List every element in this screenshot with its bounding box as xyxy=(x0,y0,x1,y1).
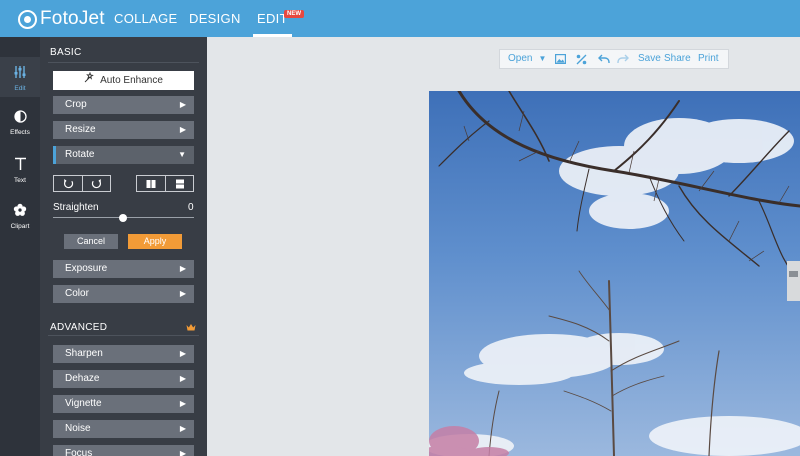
flip-horizontal-icon xyxy=(146,179,156,188)
row-label: Resize xyxy=(65,124,96,135)
caret-down-icon: ▼ xyxy=(538,54,547,63)
flip-buttons xyxy=(136,175,194,192)
focus-row[interactable]: Focus ▶ xyxy=(53,445,194,456)
rotate-row[interactable]: Rotate ▼ xyxy=(53,146,194,164)
redo-icon xyxy=(617,54,629,63)
caret-right-icon: ▶ xyxy=(179,264,186,273)
rail-item-edit[interactable]: Edit xyxy=(0,57,40,97)
rail-label: Clipart xyxy=(10,223,30,230)
undo-button[interactable] xyxy=(598,50,610,68)
photo-canvas[interactable] xyxy=(429,91,800,456)
logo-text: FotoJet xyxy=(40,8,105,29)
open-label: Open xyxy=(508,53,533,64)
exposure-row[interactable]: Exposure ▶ xyxy=(53,260,194,278)
cancel-button[interactable]: Cancel xyxy=(64,234,118,249)
caret-right-icon: ▶ xyxy=(179,349,186,358)
image-button[interactable] xyxy=(555,50,566,68)
noise-row[interactable]: Noise ▶ xyxy=(53,420,194,438)
tool-rail: Edit Effects Text Clipart xyxy=(0,37,40,456)
row-label: Color xyxy=(65,288,89,299)
caret-down-icon: ▼ xyxy=(178,150,186,159)
row-label: Vignette xyxy=(65,398,102,409)
advanced-title: ADVANCED xyxy=(50,322,108,333)
row-label: Sharpen xyxy=(65,348,103,359)
row-label: Exposure xyxy=(65,263,108,274)
row-label: Focus xyxy=(65,448,93,456)
percent-icon xyxy=(576,54,587,64)
rail-item-effects[interactable]: Effects xyxy=(0,110,40,140)
new-badge: NEW xyxy=(284,10,304,18)
row-label: Noise xyxy=(65,423,91,434)
caret-right-icon: ▶ xyxy=(179,374,186,383)
undo-icon xyxy=(598,54,610,63)
dehaze-row[interactable]: Dehaze ▶ xyxy=(53,370,194,388)
row-label: Crop xyxy=(65,99,87,110)
row-label: Rotate xyxy=(65,149,95,160)
flip-horizontal-button[interactable] xyxy=(137,176,165,191)
adjust-button[interactable] xyxy=(576,50,587,68)
caret-right-icon: ▶ xyxy=(179,424,186,433)
flower-icon xyxy=(13,203,27,216)
color-row[interactable]: Color ▶ xyxy=(53,285,194,303)
auto-enhance-label: Auto Enhance xyxy=(100,75,163,86)
fotojet-logo[interactable]: FotoJet xyxy=(18,8,105,30)
row-label: Dehaze xyxy=(65,373,100,384)
nav-edit[interactable]: EDIT xyxy=(253,0,292,37)
caret-right-icon: ▶ xyxy=(179,125,186,134)
straighten-label: Straighten xyxy=(53,202,99,213)
divider xyxy=(48,62,199,63)
edit-panel: BASIC Auto Enhance Crop ▶ Resize ▶ Rotate ▼… xyxy=(40,37,207,456)
straighten-value: 0 xyxy=(188,202,194,213)
rotate-buttons xyxy=(53,175,111,192)
rail-label: Effects xyxy=(10,129,30,136)
apply-button[interactable]: Apply xyxy=(128,234,182,249)
text-t-icon xyxy=(14,157,26,170)
caret-right-icon: ▶ xyxy=(179,449,186,456)
rotate-cw-icon xyxy=(91,179,102,189)
save-button[interactable]: Save xyxy=(638,50,661,68)
sliders-icon xyxy=(14,66,26,78)
nav-collage[interactable]: COLLAGE xyxy=(114,0,178,37)
caret-right-icon: ▶ xyxy=(179,100,186,109)
rotate-ccw-icon xyxy=(63,179,73,189)
rail-label: Text xyxy=(14,177,26,184)
rail-item-text[interactable]: Text xyxy=(0,157,40,187)
half-circle-icon xyxy=(13,110,27,123)
rotate-right-button[interactable] xyxy=(82,176,110,191)
print-button[interactable]: Print xyxy=(698,50,719,68)
magic-wand-icon xyxy=(84,71,95,90)
flip-vertical-icon xyxy=(175,179,184,188)
nav-design[interactable]: DESIGN xyxy=(189,0,241,37)
image-icon xyxy=(555,54,566,64)
auto-enhance-button[interactable]: Auto Enhance xyxy=(53,71,194,90)
rail-label: Edit xyxy=(14,85,26,92)
crown-icon xyxy=(186,324,196,331)
sharpen-row[interactable]: Sharpen ▶ xyxy=(53,345,194,363)
caret-right-icon: ▶ xyxy=(179,399,186,408)
logo-ring-icon xyxy=(18,9,37,29)
rotate-left-button[interactable] xyxy=(54,176,82,191)
caret-right-icon: ▶ xyxy=(179,289,186,298)
vignette-row[interactable]: Vignette ▶ xyxy=(53,395,194,413)
divider xyxy=(48,335,199,336)
crop-row[interactable]: Crop ▶ xyxy=(53,96,194,114)
straighten-slider-thumb[interactable] xyxy=(119,214,127,222)
canvas-workspace: Open ▼ Save Share Print xyxy=(207,37,800,456)
top-bar: FotoJet COLLAGE DESIGN EDIT NEW xyxy=(0,0,800,37)
resize-row[interactable]: Resize ▶ xyxy=(53,121,194,139)
image-toolbar: Open ▼ Save Share Print xyxy=(499,49,729,69)
open-button[interactable]: Open ▼ xyxy=(508,50,546,68)
flip-vertical-button[interactable] xyxy=(165,176,193,191)
rail-item-clipart[interactable]: Clipart xyxy=(0,203,40,233)
basic-title: BASIC xyxy=(50,47,82,58)
share-button[interactable]: Share xyxy=(664,50,691,68)
redo-button[interactable] xyxy=(617,50,629,68)
